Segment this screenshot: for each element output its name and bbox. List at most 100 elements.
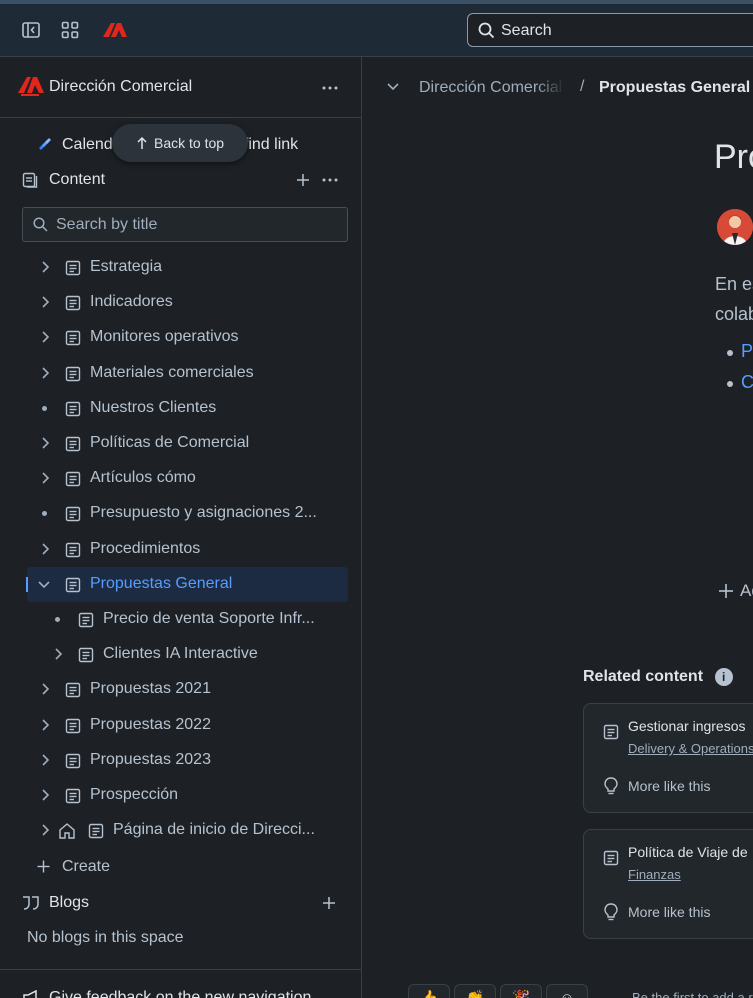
page-tree-label: Monitores operativos <box>90 328 239 345</box>
page-tree-item[interactable]: Presupuesto y asignaciones 2... <box>0 496 361 531</box>
space-logo-icon[interactable] <box>18 75 44 97</box>
calendar-label: Calend <box>62 136 113 153</box>
party-reaction-button[interactable]: 🎉 <box>500 984 542 998</box>
space-sidebar: Dirección Comercial Calend t find link B… <box>0 57 362 998</box>
page-icon <box>603 724 619 740</box>
add-reaction-button[interactable]: ☺ <box>546 984 588 998</box>
avatar[interactable] <box>717 209 753 245</box>
info-icon[interactable]: i <box>715 668 733 686</box>
page-tree-item[interactable]: Propuestas 2023 <box>0 743 361 778</box>
chevron-right-icon[interactable] <box>40 754 50 766</box>
more-like-this-link[interactable]: More like this <box>628 904 710 920</box>
search-by-title-input[interactable] <box>56 214 336 236</box>
space-title[interactable]: Dirección Comercial <box>49 78 192 96</box>
clap-reaction-button[interactable]: 👏 <box>454 984 496 998</box>
more-options-icon[interactable] <box>320 77 340 97</box>
page-tree-item[interactable]: Propuestas 2022 <box>0 708 361 743</box>
page-tree-item[interactable]: Materiales comerciales <box>0 356 361 391</box>
content-section-header[interactable]: Content <box>0 167 361 193</box>
arrow-up-icon <box>136 136 148 150</box>
megaphone-icon <box>22 990 40 998</box>
feedback-label: Give feedback on the new navigation <box>49 989 312 998</box>
page-icon <box>88 823 104 839</box>
chevron-right-icon[interactable] <box>40 543 50 555</box>
related-content-card[interactable]: Gestionar ingresos Delivery & Operations… <box>583 703 753 813</box>
feedback-link[interactable]: Give feedback on the new navigation <box>0 969 361 998</box>
chevron-right-icon[interactable] <box>40 719 50 731</box>
add-label: Ad <box>740 581 753 600</box>
page-tree-item[interactable]: Indicadores <box>0 285 361 320</box>
blogs-section-header[interactable]: Blogs <box>0 890 361 916</box>
app-switcher-icon[interactable] <box>60 20 80 40</box>
related-card-space[interactable]: Finanzas <box>628 867 681 882</box>
page-link[interactable]: C <box>741 372 753 393</box>
page-icon <box>65 295 81 311</box>
page-tree-item[interactable]: Artículos cómo <box>0 461 361 496</box>
page-tree-item[interactable]: Procedimientos <box>0 532 361 567</box>
add-blog-icon[interactable] <box>322 896 336 910</box>
page-tree-label: Propuestas 2022 <box>90 716 211 733</box>
chevron-right-icon[interactable] <box>53 648 63 660</box>
page-tree-item[interactable]: Estrategia <box>0 250 361 285</box>
thumbs-up-reaction-button[interactable]: 👍 <box>408 984 450 998</box>
chevron-right-icon[interactable] <box>40 683 50 695</box>
chevron-down-icon[interactable] <box>386 82 400 92</box>
page-tree-label: Estrategia <box>90 258 163 275</box>
quote-icon <box>22 896 40 910</box>
plus-icon <box>37 860 50 873</box>
add-content-icon[interactable] <box>296 173 310 187</box>
content-more-icon[interactable] <box>320 173 340 187</box>
bullet-dot <box>42 406 47 411</box>
company-logo-icon[interactable] <box>102 20 128 40</box>
page-tree-label: Propuestas 2021 <box>90 680 211 697</box>
search-by-title-field[interactable] <box>22 207 348 242</box>
page-tree-item[interactable]: Monitores operativos <box>0 320 361 355</box>
chevron-right-icon[interactable] <box>40 789 50 801</box>
global-search-input[interactable]: Search <box>467 13 753 47</box>
page-link[interactable]: P <box>741 341 753 362</box>
page-icon <box>65 542 81 558</box>
page-tree-item[interactable]: Prospección <box>0 778 361 813</box>
chevron-right-icon[interactable] <box>40 472 50 484</box>
chevron-right-icon[interactable] <box>40 261 50 273</box>
chevron-right-icon[interactable] <box>40 367 50 379</box>
breadcrumb-space[interactable]: Dirección Comercial <box>419 79 565 97</box>
page-icon <box>65 788 81 804</box>
page-tree-item[interactable]: Propuestas 2021 <box>0 672 361 707</box>
breadcrumb-current-page[interactable]: Propuestas General <box>599 79 750 97</box>
page-tree-label: Propuestas 2023 <box>90 751 211 768</box>
create-label: Create <box>62 858 111 875</box>
chevron-right-icon[interactable] <box>40 824 50 836</box>
related-content-card[interactable]: Política de Viaje de Finanzas More like … <box>583 829 753 939</box>
chevron-right-icon[interactable] <box>40 437 50 449</box>
page-tree-label: Materiales comerciales <box>90 364 254 381</box>
page-tree-item[interactable]: Propuestas General <box>0 567 361 602</box>
more-like-this-link[interactable]: More like this <box>628 778 710 794</box>
bullet-dot <box>42 511 47 516</box>
sidebar-toggle-icon[interactable] <box>21 20 41 40</box>
page-icon <box>78 612 94 628</box>
create-button[interactable]: Create <box>0 854 361 880</box>
page-tree-item[interactable]: Página de inicio de Direcci... <box>0 813 361 848</box>
related-card-space[interactable]: Delivery & Operations <box>628 741 753 756</box>
related-card-title[interactable]: Gestionar ingresos <box>628 718 746 734</box>
back-to-top-button[interactable]: Back to top <box>112 124 248 162</box>
chevron-down-icon[interactable] <box>38 580 50 590</box>
search-label: Search <box>501 22 552 39</box>
page-icon <box>65 753 81 769</box>
related-content-heading: Related content <box>583 668 704 685</box>
breadcrumb-separator: / <box>580 78 585 95</box>
add-button[interactable]: Ad <box>718 581 753 600</box>
related-card-title[interactable]: Política de Viaje de <box>628 844 748 860</box>
bullet-dot <box>55 617 60 622</box>
lightbulb-icon <box>603 777 619 795</box>
chevron-right-icon[interactable] <box>40 331 50 343</box>
chevron-right-icon[interactable] <box>40 296 50 308</box>
page-tree-item[interactable]: Nuestros Clientes <box>0 391 361 426</box>
page-icon <box>603 850 619 866</box>
content-label: Content <box>49 171 106 188</box>
page-tree-item[interactable]: Políticas de Comercial <box>0 426 361 461</box>
page-tree-item[interactable]: Clientes IA Interactive <box>0 637 361 672</box>
calendar-shortcut-icon <box>37 137 53 153</box>
page-tree-item[interactable]: Precio de venta Soporte Infr... <box>0 602 361 637</box>
